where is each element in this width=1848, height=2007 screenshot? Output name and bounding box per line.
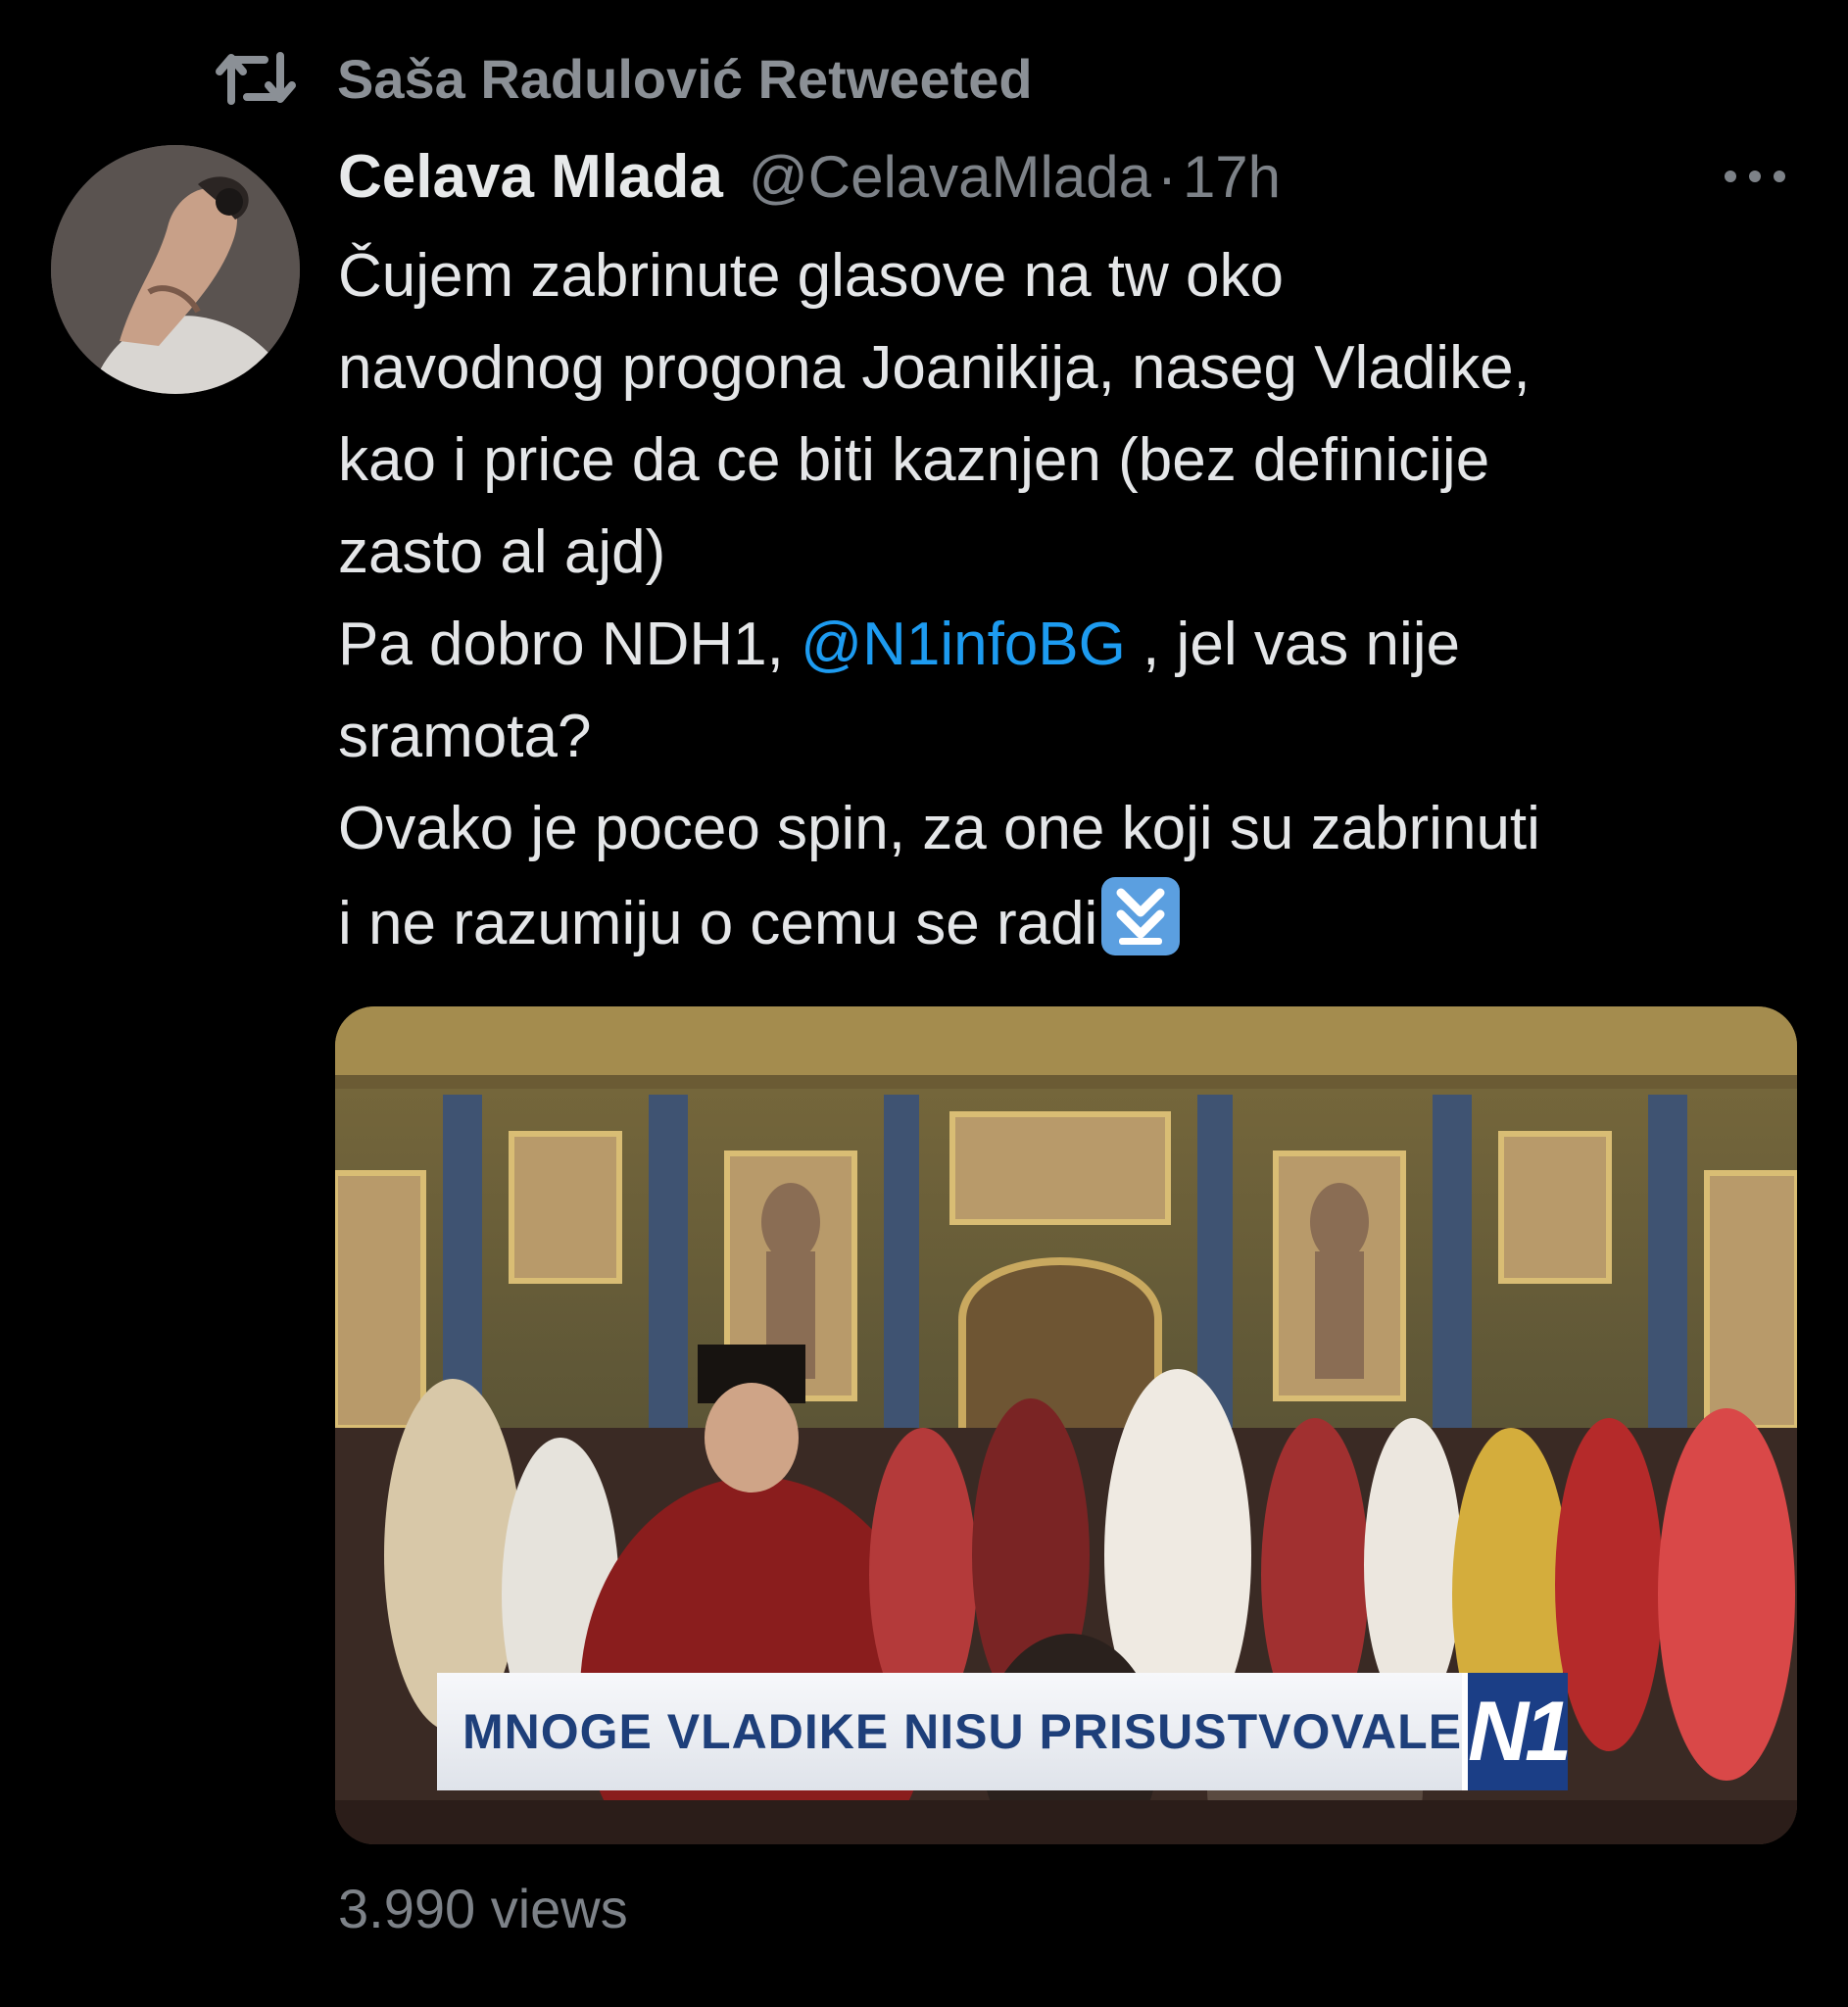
n1-logo-text: N1 xyxy=(1468,1684,1572,1779)
tweet-text-segment: , jel vas nije xyxy=(1143,611,1461,678)
display-name[interactable]: Celava Mlada xyxy=(338,142,723,212)
tweet-header: Celava Mlada @CelavaMlada · 17h xyxy=(338,137,1281,216)
tweet-line: Čujem zabrinute glasove na tw oko xyxy=(338,242,1284,310)
tweet-text: Čujem zabrinute glasove na tw oko navodn… xyxy=(338,230,1808,970)
tweet-line-mention: Pa dobro NDH1, @N1infoBG , jel vas nije xyxy=(338,599,1808,691)
tweet-text-segment: i ne razumiju o cemu se radi xyxy=(338,890,1098,957)
n1-logo: N1 xyxy=(1462,1673,1572,1790)
tweet-line: navodnog progona Joanikija, naseg Vladik… xyxy=(338,334,1531,402)
retweet-label[interactable]: Saša Radulović Retweeted xyxy=(337,47,1033,111)
tweet-line: kao i price da ce biti kaznjen (bez defi… xyxy=(338,426,1490,494)
header-separator: · xyxy=(1156,143,1177,210)
tweet-line: zasto al ajd) xyxy=(338,518,666,586)
avatar-image xyxy=(51,145,300,394)
tweet-line: Ovako je poceo spin, za one koji su zabr… xyxy=(338,795,1540,862)
mention-link[interactable]: @N1infoBG xyxy=(801,611,1126,678)
avatar[interactable] xyxy=(51,145,300,394)
tweet-time[interactable]: 17h xyxy=(1183,143,1281,211)
user-handle[interactable]: @CelavaMlada xyxy=(749,143,1151,211)
lower-third-bar: MNOGE VLADIKE NISU PRISUSTVOVALE xyxy=(437,1673,1463,1790)
tweet-line: sramota? xyxy=(338,703,592,770)
double-down-arrow-emoji xyxy=(1101,877,1181,955)
tweet-text-segment: Pa dobro NDH1, xyxy=(338,611,784,678)
tweet-media-video[interactable]: MNOGE VLADIKE NISU PRISUSTVOVALE N1 xyxy=(335,1006,1797,1844)
tweet-line-emoji: i ne razumiju o cemu se radi xyxy=(338,875,1808,970)
more-horizontal-icon[interactable] xyxy=(1721,157,1789,196)
lower-third-text: MNOGE VLADIKE NISU PRISUSTVOVALE xyxy=(462,1704,1463,1759)
news-lower-third: MNOGE VLADIKE NISU PRISUSTVOVALE N1 xyxy=(437,1673,1572,1790)
retweet-context: Saša Radulović Retweeted xyxy=(214,39,1033,118)
retweet-icon xyxy=(216,52,296,105)
view-count: 3.990 views xyxy=(338,1878,628,1939)
